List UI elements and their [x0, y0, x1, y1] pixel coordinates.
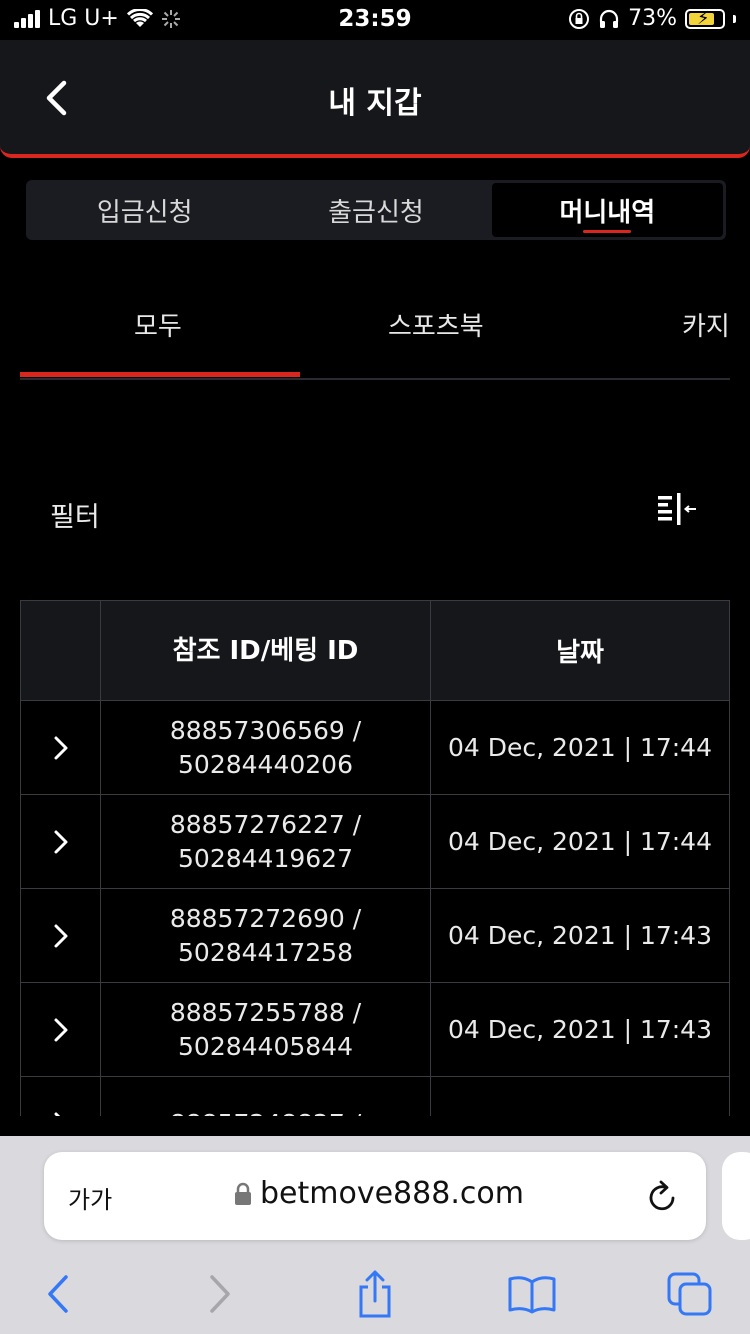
table-row[interactable]: 88857306569 / 50284440206 04 Dec, 2021 |…	[21, 701, 729, 795]
ref-id: 88857306569 /	[169, 715, 362, 745]
browser-back-button[interactable]	[28, 1266, 88, 1322]
table-row[interactable]: 88857248827 /	[21, 1077, 729, 1116]
table-row[interactable]: 88857255788 / 50284405844 04 Dec, 2021 |…	[21, 983, 729, 1077]
chevron-right-icon	[54, 1018, 67, 1041]
tab-all[interactable]: 모두	[134, 306, 182, 343]
date-cell: 04 Dec, 2021 | 17:44	[447, 827, 712, 856]
share-button[interactable]	[345, 1266, 405, 1322]
expand-row-button[interactable]	[21, 983, 101, 1076]
status-right: 73% ⚡	[568, 6, 736, 31]
expand-row-button[interactable]	[21, 795, 101, 888]
chevron-right-icon	[54, 736, 67, 759]
chevron-left-icon	[48, 1275, 68, 1313]
bet-id: 50284417258	[178, 937, 353, 967]
ref-id: 88857248827 /	[170, 1107, 361, 1117]
url-display[interactable]: betmove888.com	[234, 1176, 524, 1211]
date-cell: 04 Dec, 2021 | 17:44	[447, 733, 712, 762]
tabs-button[interactable]	[660, 1266, 720, 1322]
filter-collapse-icon	[658, 493, 696, 525]
table-header: 참조 ID/베팅 ID 날짜	[21, 601, 729, 701]
battery-cap	[733, 14, 736, 23]
date-cell	[431, 1077, 729, 1116]
expand-row-button[interactable]	[21, 889, 101, 982]
url-text: betmove888.com	[260, 1176, 524, 1211]
headphones-icon	[599, 9, 619, 28]
chevron-right-icon	[210, 1275, 230, 1313]
tab-withdraw-request[interactable]: 출금신청	[260, 183, 491, 237]
tab-money-history[interactable]: 머니내역	[491, 183, 723, 237]
chevron-right-icon	[54, 1112, 61, 1116]
next-tab-peek[interactable]	[722, 1152, 750, 1240]
ref-id: 88857255788 /	[169, 997, 362, 1027]
bet-id: 50284419627	[178, 843, 353, 873]
share-icon	[359, 1270, 391, 1318]
orientation-lock-icon	[569, 8, 590, 29]
history-table: 참조 ID/베팅 ID 날짜 88857306569 / 50284440206…	[20, 600, 730, 1116]
tab-divider	[20, 378, 730, 380]
header-date: 날짜	[556, 638, 604, 668]
filter-label: 필터	[50, 502, 100, 533]
status-bar: LG U+ 23:59 73% ⚡	[0, 0, 750, 40]
ref-id-cell: 88857306569 / 50284440206	[101, 701, 431, 794]
reload-icon[interactable]	[644, 1176, 680, 1216]
ref-id-cell: 88857248827 /	[101, 1077, 431, 1116]
browser-bar: 가가 betmove888.com	[0, 1136, 750, 1334]
table-row[interactable]: 88857276227 / 50284419627 04 Dec, 2021 |…	[21, 795, 729, 889]
battery-percent: 73%	[628, 6, 677, 31]
lock-icon	[235, 1182, 251, 1205]
expand-row-button[interactable]	[21, 701, 101, 794]
header-ref-id: 참조 ID/베팅 ID	[101, 601, 431, 700]
bet-id: 50284405844	[178, 1031, 353, 1061]
category-tabs: 모두 스포츠북 카지	[20, 290, 750, 380]
book-icon	[508, 1276, 556, 1314]
address-bar[interactable]: 가가 betmove888.com	[44, 1152, 706, 1240]
bet-id: 50284440206	[178, 749, 353, 779]
tab-casino[interactable]: 카지	[682, 306, 730, 343]
browser-forward-button[interactable]	[190, 1266, 250, 1322]
chevron-right-icon	[54, 830, 67, 853]
page-title: 내 지갑	[328, 86, 422, 121]
bookmarks-button[interactable]	[502, 1266, 562, 1322]
tab-sportsbook[interactable]: 스포츠북	[388, 306, 484, 343]
ref-id-cell: 88857276227 / 50284419627	[101, 795, 431, 888]
header-expand-col	[21, 601, 101, 700]
chevron-right-icon	[54, 924, 67, 947]
text-size-button[interactable]: 가가	[68, 1180, 112, 1215]
date-cell: 04 Dec, 2021 | 17:43	[447, 1015, 712, 1044]
filter-toggle-button[interactable]	[654, 490, 700, 530]
date-cell: 04 Dec, 2021 | 17:43	[447, 921, 712, 950]
ref-id-cell: 88857255788 / 50284405844	[101, 983, 431, 1076]
tabs-icon	[667, 1272, 712, 1316]
ref-id-cell: 88857272690 / 50284417258	[101, 889, 431, 982]
active-tab-underline	[20, 372, 300, 377]
app-header: 내 지갑	[0, 40, 750, 158]
ref-id: 88857272690 /	[169, 903, 362, 933]
ref-id: 88857276227 /	[169, 809, 362, 839]
battery-icon: ⚡	[685, 8, 725, 29]
wallet-tabs: 입금신청 출금신청 머니내역	[26, 180, 726, 240]
table-row[interactable]: 88857272690 / 50284417258 04 Dec, 2021 |…	[21, 889, 729, 983]
tab-deposit-request[interactable]: 입금신청	[29, 183, 260, 237]
expand-row-button[interactable]	[21, 1077, 101, 1116]
